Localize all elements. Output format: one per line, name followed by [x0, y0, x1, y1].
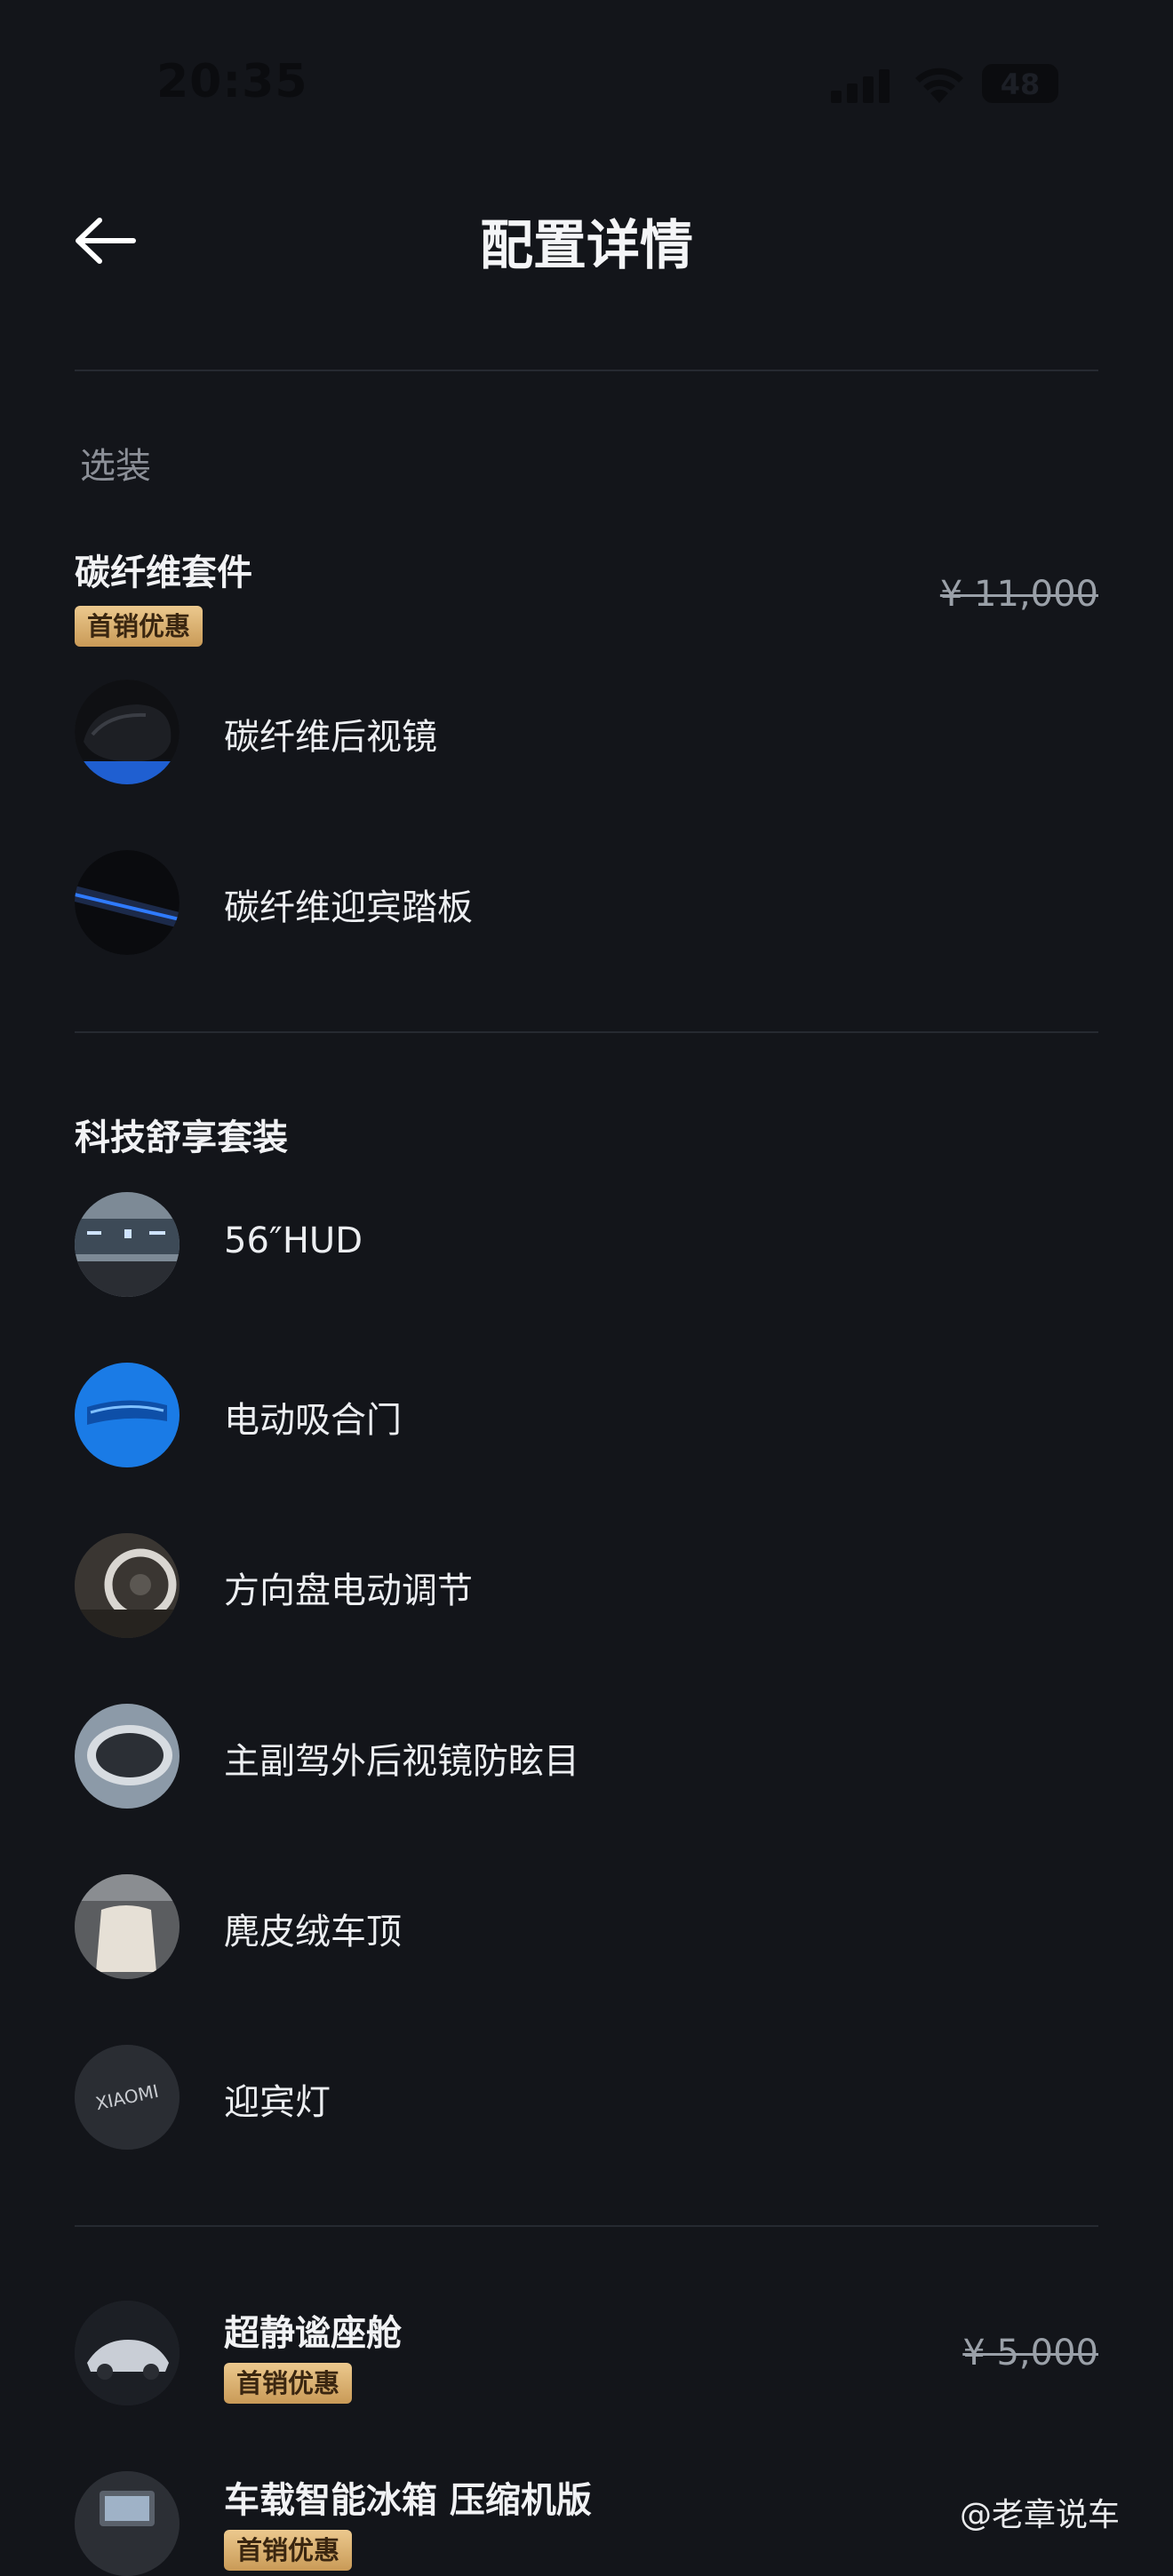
list-item-label: 方向盘电动调节 — [224, 1570, 473, 1611]
list-item-carbon-mirror: 碳纤维后视镜 — [75, 680, 1098, 786]
list-item-quiet-cabin: 超静谧座舱 首销优惠 — [75, 2301, 1098, 2443]
quiet-cabin-title: 超静谧座舱 — [224, 2313, 402, 2354]
door-handle-thumb — [75, 1363, 180, 1467]
weibo-watermark: @老章说车 — [960, 2489, 1120, 2535]
list-item-label: 碳纤维迎宾踏板 — [224, 887, 473, 928]
mirror-thumb — [75, 1704, 180, 1809]
list-item-label: 56″HUD — [224, 1220, 363, 1261]
fridge-badge: 首销优惠 — [224, 2530, 353, 2571]
steering-wheel-thumb — [75, 1533, 180, 1638]
list-item-label: 电动吸合门 — [224, 1400, 402, 1441]
page-title: 配置详情 — [480, 215, 693, 277]
list-item-door: 电动吸合门 — [75, 1363, 1098, 1469]
suede-roof-thumb — [75, 1874, 180, 1979]
fridge-thumb — [75, 2471, 180, 2576]
list-item-welcome-light: XIAOMI 迎宾灯 — [75, 2045, 1098, 2151]
hud-thumb — [75, 1192, 180, 1297]
list-item-steering: 方向盘电动调节 — [75, 1533, 1098, 1640]
section-label-optional: 选装 — [80, 446, 151, 487]
fridge-title: 车载智能冰箱 压缩机版 — [224, 2480, 592, 2521]
list-item-fridge: 车载智能冰箱 压缩机版 首销优惠 — [75, 2471, 1098, 2576]
carbon-kit-title: 碳纤维套件 — [75, 553, 252, 593]
quiet-cabin-thumb — [75, 2301, 180, 2405]
list-item-label: 迎宾灯 — [224, 2082, 331, 2123]
wifi-icon — [915, 68, 963, 103]
list-item-label: 碳纤维后视镜 — [224, 717, 437, 758]
list-item-label: 主副驾外后视镜防眩目 — [224, 1741, 579, 1782]
list-item-hud: 56″HUD — [75, 1192, 1098, 1299]
carbon-kit-price: ¥ 11,000 — [939, 574, 1098, 615]
list-item-suede-roof: 麂皮绒车顶 — [75, 1874, 1098, 1981]
carbon-sill-thumb — [75, 850, 180, 955]
battery-level: 48 — [1000, 68, 1041, 101]
battery-icon: 48 — [982, 64, 1058, 103]
tech-pack-title: 科技舒享套装 — [75, 1117, 288, 1158]
quiet-cabin-badge: 首销优惠 — [224, 2363, 353, 2404]
status-time: 20:35 — [156, 55, 308, 108]
list-item-label: 麂皮绒车顶 — [224, 1912, 402, 1952]
list-item-mirror: 主副驾外后视镜防眩目 — [75, 1704, 1098, 1810]
welcome-light-thumb: XIAOMI — [75, 2045, 180, 2150]
header-divider — [75, 370, 1098, 371]
watermark-text: @老章说车 — [960, 2497, 1121, 2533]
carbon-kit-badge: 首销优惠 — [75, 606, 203, 647]
section-divider — [75, 1031, 1098, 1033]
carbon-mirror-thumb — [75, 680, 180, 784]
list-item-carbon-sill: 碳纤维迎宾踏板 — [75, 850, 1098, 957]
section-divider — [75, 2225, 1098, 2227]
status-icons: 48 — [831, 62, 1062, 107]
quiet-cabin-price: ¥ 5,000 — [962, 2333, 1098, 2373]
